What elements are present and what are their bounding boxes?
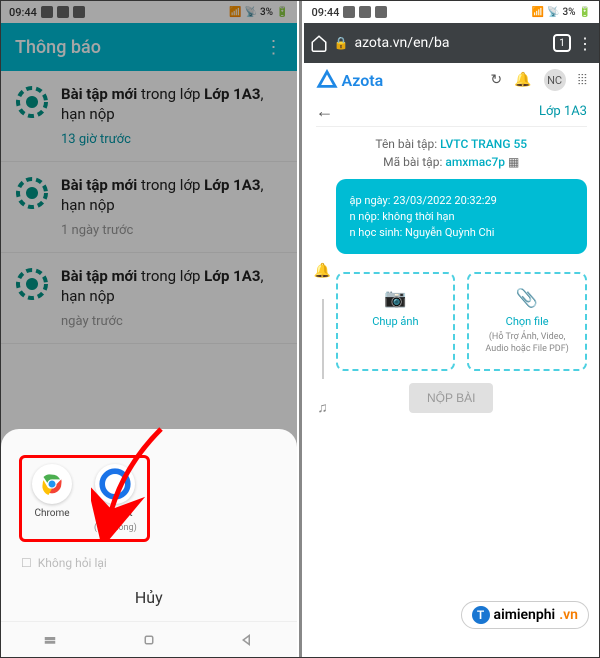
bell-icon[interactable]: 🔔 [314, 263, 331, 279]
status-bar: 09:44 📶📡3%🔋 [304, 1, 600, 23]
recents-icon[interactable] [41, 631, 59, 649]
system-nav [1, 621, 297, 657]
avatar[interactable]: NC [544, 69, 566, 91]
refresh-icon[interactable]: ↻ [490, 72, 502, 88]
left-phone: 09:44 📶📡3%🔋 Thông báo ⋮ Bài tập mới tron… [1, 1, 297, 657]
watermark: T aimienphi.vn [461, 601, 589, 629]
assignment-card: ập ngày: 23/03/2022 20:32:29 n nộp: khôn… [336, 179, 588, 254]
status-time: 09:44 [312, 6, 340, 19]
annotation-arrow [91, 419, 181, 539]
assignment-info: Tên bài tập: LVTC TRANG 55 Mã bài tập: a… [316, 126, 588, 179]
app-label: Chrome [34, 508, 69, 519]
submit-button[interactable]: NỘP BÀI [409, 383, 493, 413]
back-arrow-icon[interactable]: ← [316, 101, 334, 122]
home-icon[interactable] [140, 631, 158, 649]
more-icon[interactable]: ⋮ [577, 34, 593, 53]
url-bar[interactable]: 🔒 azota.vn/en/ba [334, 35, 548, 51]
tab-count[interactable]: 1 [553, 34, 571, 52]
status-battery: 3% [563, 7, 576, 18]
class-name: Lớp 1A3 [539, 104, 587, 119]
right-phone: 09:44 📶📡3%🔋 🔒 azota.vn/en/ba 1 ⋮ Azota ↻… [304, 1, 600, 657]
back-icon[interactable] [238, 631, 256, 649]
capture-photo-button[interactable]: 📷 Chụp ảnh [336, 272, 456, 371]
chrome-icon [32, 464, 72, 504]
azota-logo[interactable]: Azota [316, 69, 384, 91]
apps-icon[interactable]: ⦙⦙⦙ [578, 72, 587, 88]
choose-file-button[interactable]: 📎 Chọn file (Hỗ Trợ Ảnh, Video, Audio ho… [467, 272, 587, 371]
qr-icon[interactable]: ▦ [508, 155, 519, 169]
checkbox-icon: ☐ [21, 556, 32, 570]
browser-toolbar: 🔒 azota.vn/en/ba 1 ⋮ [304, 23, 600, 63]
music-icon[interactable]: ♫ [317, 399, 328, 416]
camera-icon: 📷 [346, 288, 446, 309]
lock-icon: 🔒 [334, 36, 349, 50]
page-header: Azota ↻ 🔔 NC ⦙⦙⦙ [316, 69, 588, 97]
floating-sidebar: 🔔 ♫ [312, 263, 334, 416]
dont-ask-row[interactable]: ☐ Không hỏi lại [1, 552, 297, 574]
attachment-icon: 📎 [477, 288, 577, 309]
cancel-button[interactable]: Hủy [1, 574, 297, 621]
home-icon[interactable] [310, 34, 328, 52]
chrome-app[interactable]: Chrome [32, 464, 72, 533]
bell-icon[interactable]: 🔔 [514, 72, 531, 88]
